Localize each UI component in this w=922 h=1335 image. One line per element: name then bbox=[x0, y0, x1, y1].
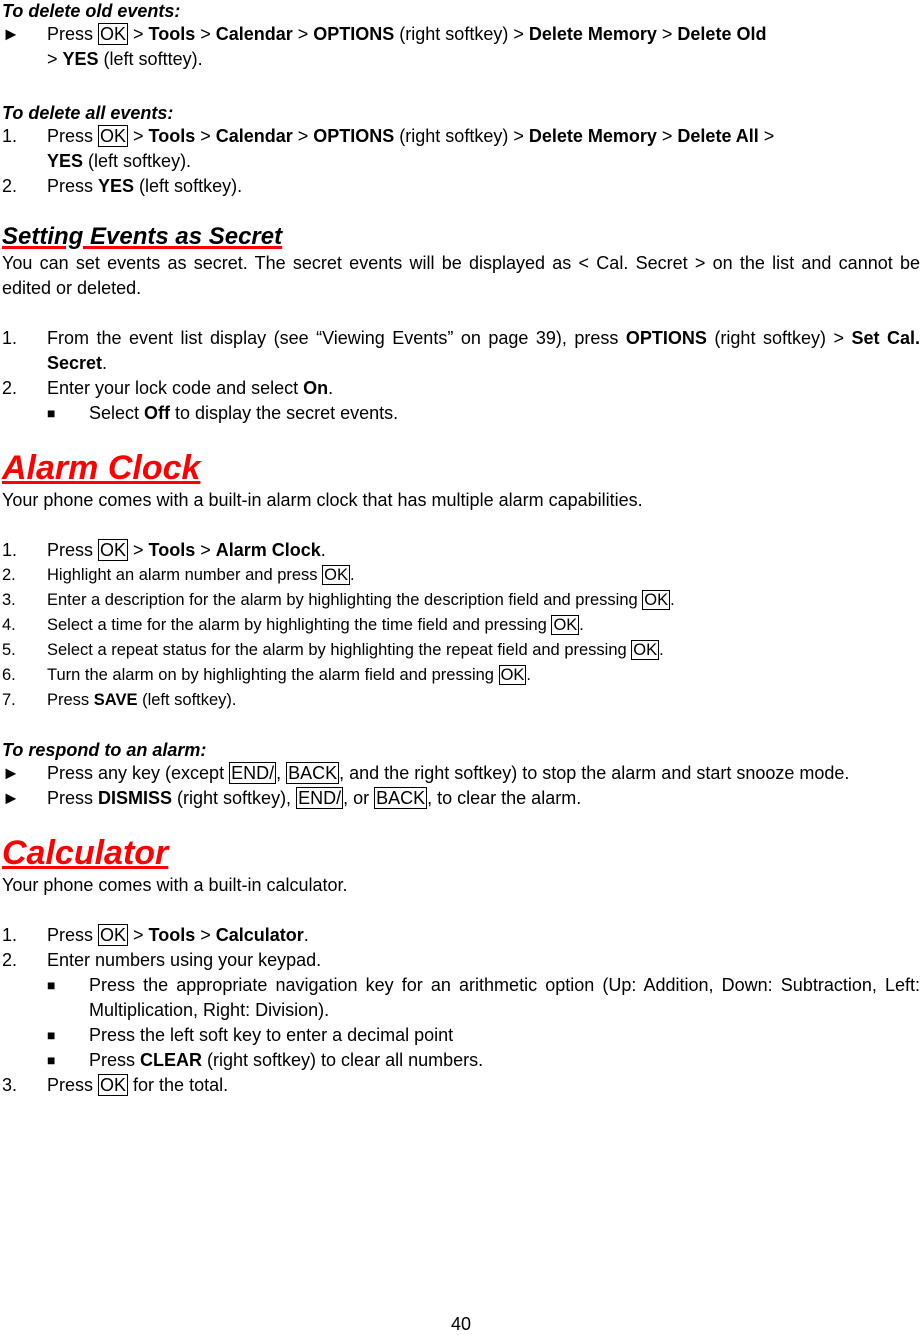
square-bullet-icon: ■ bbox=[47, 405, 56, 421]
back-key: BACK bbox=[286, 762, 340, 784]
ok-key: OK bbox=[98, 924, 129, 946]
section-title-alarm-clock: Alarm Clock bbox=[2, 449, 201, 487]
page-number: 40 bbox=[450, 1314, 472, 1334]
delete-old-step: ► Press OK > Tools > Calendar > OPTIONS … bbox=[2, 23, 767, 69]
back-key: BACK bbox=[374, 787, 428, 809]
arrow-bullet-icon: ► bbox=[2, 788, 20, 808]
section-title-calculator: Calculator bbox=[2, 834, 169, 872]
section-title-secret: Setting Events as Secret bbox=[2, 223, 283, 250]
delete-old-heading: To delete old events: bbox=[2, 1, 181, 21]
calculator-bullet-2: ■ Press the left soft key to enter a dec… bbox=[2, 1023, 920, 1048]
ok-key: OK bbox=[98, 23, 129, 45]
alarm-step-1: 1. Press OK > Tools > Alarm Clock. bbox=[2, 539, 326, 561]
alarm-step-2: 2. Highlight an alarm number and press O… bbox=[2, 565, 355, 585]
ok-key: OK bbox=[551, 615, 580, 635]
square-bullet-icon: ■ bbox=[47, 1027, 56, 1043]
secret-step-2: 2. Enter your lock code and select On. bbox=[2, 378, 334, 398]
alarm-step-5: 5. Select a repeat status for the alarm … bbox=[2, 640, 664, 660]
respond-heading: To respond to an alarm: bbox=[2, 740, 207, 760]
delete-all-heading: To delete all events: bbox=[2, 103, 174, 123]
arrow-bullet-icon: ► bbox=[2, 24, 20, 44]
calculator-step-1: 1. Press OK > Tools > Calculator. bbox=[2, 924, 309, 946]
alarm-step-7: 7. Press SAVE (left softkey). bbox=[2, 691, 237, 709]
alarm-step-6: 6. Turn the alarm on by highlighting the… bbox=[2, 665, 531, 685]
alarm-step-4: 4. Select a time for the alarm by highli… bbox=[2, 615, 584, 635]
calculator-bullet-3: ■ Press CLEAR (right softkey) to clear a… bbox=[2, 1048, 920, 1073]
alarm-intro: Your phone comes with a built-in alarm c… bbox=[2, 490, 643, 510]
square-bullet-icon: ■ bbox=[47, 977, 56, 993]
ok-key: OK bbox=[98, 125, 129, 147]
calculator-step-2: 2. Enter numbers using your keypad. bbox=[2, 950, 322, 970]
alarm-step-3: 3. Enter a description for the alarm by … bbox=[2, 590, 675, 610]
secret-intro: You can set events as secret. The secret… bbox=[2, 253, 920, 298]
ok-key: OK bbox=[498, 665, 527, 685]
ok-key: OK bbox=[98, 1074, 129, 1096]
end-key: END/ bbox=[296, 787, 344, 809]
respond-item-2: ► Press DISMISS (right softkey), END/, o… bbox=[2, 786, 920, 811]
manual-page: To delete old events: ► Press OK > Tools… bbox=[2, 0, 920, 1098]
respond-item-1: ► Press any key (except END/, BACK, and … bbox=[2, 761, 907, 786]
calculator-intro: Your phone comes with a built-in calcula… bbox=[2, 875, 348, 895]
ok-key: OK bbox=[631, 640, 660, 660]
ok-key: OK bbox=[98, 539, 129, 561]
secret-bullet: ■ Select Off to display the secret event… bbox=[2, 401, 920, 426]
secret-step-1: 1. From the event list display (see “Vie… bbox=[2, 328, 921, 373]
end-key: END/ bbox=[229, 762, 277, 784]
arrow-bullet-icon: ► bbox=[2, 763, 20, 783]
calculator-step-3: 3. Press OK for the total. bbox=[2, 1074, 229, 1096]
delete-all-step-1: 1. Press OK > Tools > Calendar > OPTIONS… bbox=[2, 125, 775, 171]
ok-key: OK bbox=[322, 565, 350, 585]
square-bullet-icon: ■ bbox=[47, 1052, 56, 1068]
calculator-bullet-1: ■ Press the appropriate navigation key f… bbox=[47, 975, 920, 1020]
ok-key: OK bbox=[642, 590, 671, 610]
delete-all-step-2: 2. Press YES (left softkey). bbox=[2, 176, 243, 196]
